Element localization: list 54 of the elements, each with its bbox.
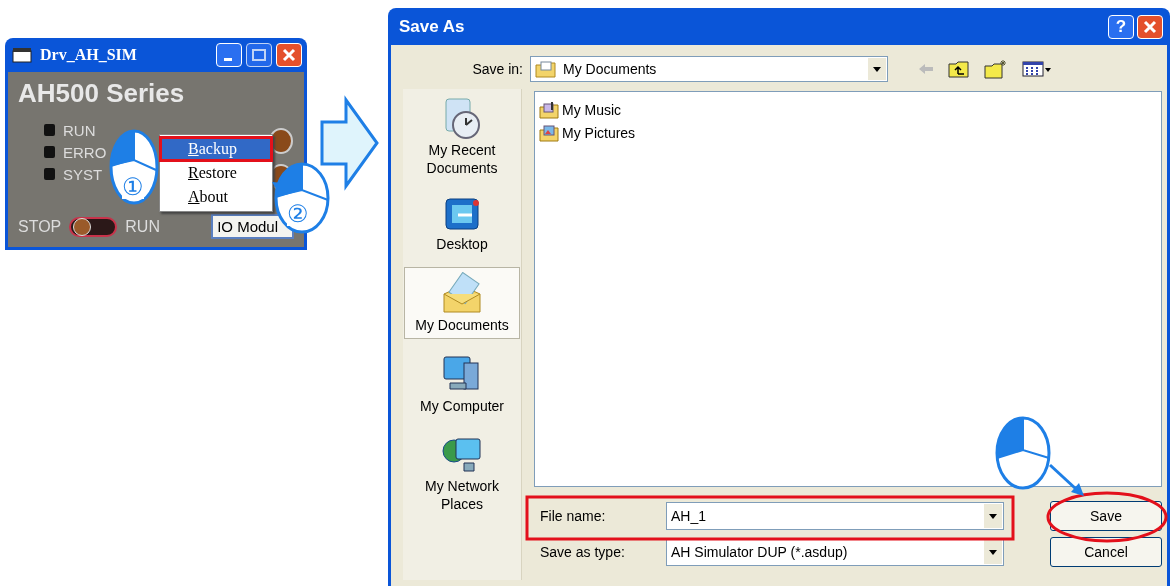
save-button[interactable]: Save [1050, 501, 1162, 531]
save-in-dropdown[interactable]: My Documents [530, 56, 888, 82]
maximize-button[interactable] [246, 43, 272, 67]
maximize-icon [252, 49, 266, 61]
new-folder-icon[interactable] [984, 59, 1008, 79]
file-name-label: File name: [539, 508, 607, 524]
pictures-folder-icon [539, 123, 559, 142]
file-name-field[interactable]: AH_1 [666, 502, 1004, 530]
save-in-label: Save in: [471, 61, 524, 77]
place-item[interactable]: My Recent Documents [404, 93, 520, 181]
folder-item[interactable]: My Pictures [539, 121, 1157, 144]
close-button[interactable] [1137, 14, 1163, 39]
pointer-arrow [1049, 463, 1084, 496]
place-item[interactable]: My Documents [404, 267, 520, 339]
cancel-button[interactable]: Cancel [1050, 537, 1162, 567]
folder-icon [535, 60, 557, 78]
menu-item[interactable]: About [160, 185, 272, 209]
led-indicator [44, 124, 55, 136]
place-label: My Documents [415, 316, 509, 334]
step-number: ① [122, 175, 144, 199]
stop-label: STOP [18, 217, 62, 236]
menu-item[interactable]: Backup [160, 137, 272, 161]
step-number: ② [287, 202, 309, 226]
place-item[interactable]: My Network Places [404, 429, 520, 517]
app-icon [12, 47, 32, 63]
led-indicator [44, 146, 55, 158]
minimize-icon [224, 58, 234, 62]
led-label: SYST [63, 165, 103, 183]
place-item[interactable]: My Computer [404, 349, 520, 419]
led-label: RUN [63, 121, 96, 139]
run-label: RUN [125, 217, 160, 236]
folder-item[interactable]: My Music [539, 98, 1157, 121]
led-indicator [44, 168, 55, 180]
place-label: My Recent Documents [425, 141, 499, 177]
run-stop-switch[interactable] [69, 216, 118, 237]
led-label: ERRO [63, 143, 107, 161]
help-button[interactable]: ? [1108, 14, 1134, 39]
close-button[interactable] [276, 43, 302, 67]
series-heading: AH500 Series [18, 78, 186, 109]
view-menu-icon[interactable] [1022, 61, 1052, 77]
close-icon [282, 48, 296, 62]
place-label: My Computer [420, 397, 504, 415]
envelope-folder-icon [440, 272, 484, 316]
music-folder-icon [539, 100, 559, 119]
menu-item[interactable]: Restore [160, 161, 272, 185]
close-icon [1143, 19, 1157, 34]
up-folder-icon[interactable] [948, 60, 970, 78]
save-as-type-label: Save as type: [539, 544, 626, 560]
minimize-button[interactable] [216, 43, 242, 67]
window-title: Drv_AH_SIM [40, 46, 137, 64]
place-label: My Network Places [424, 477, 500, 513]
window-title: Save As [399, 16, 465, 37]
place-item[interactable]: Desktop [404, 191, 520, 257]
place-label: Desktop [436, 235, 488, 253]
